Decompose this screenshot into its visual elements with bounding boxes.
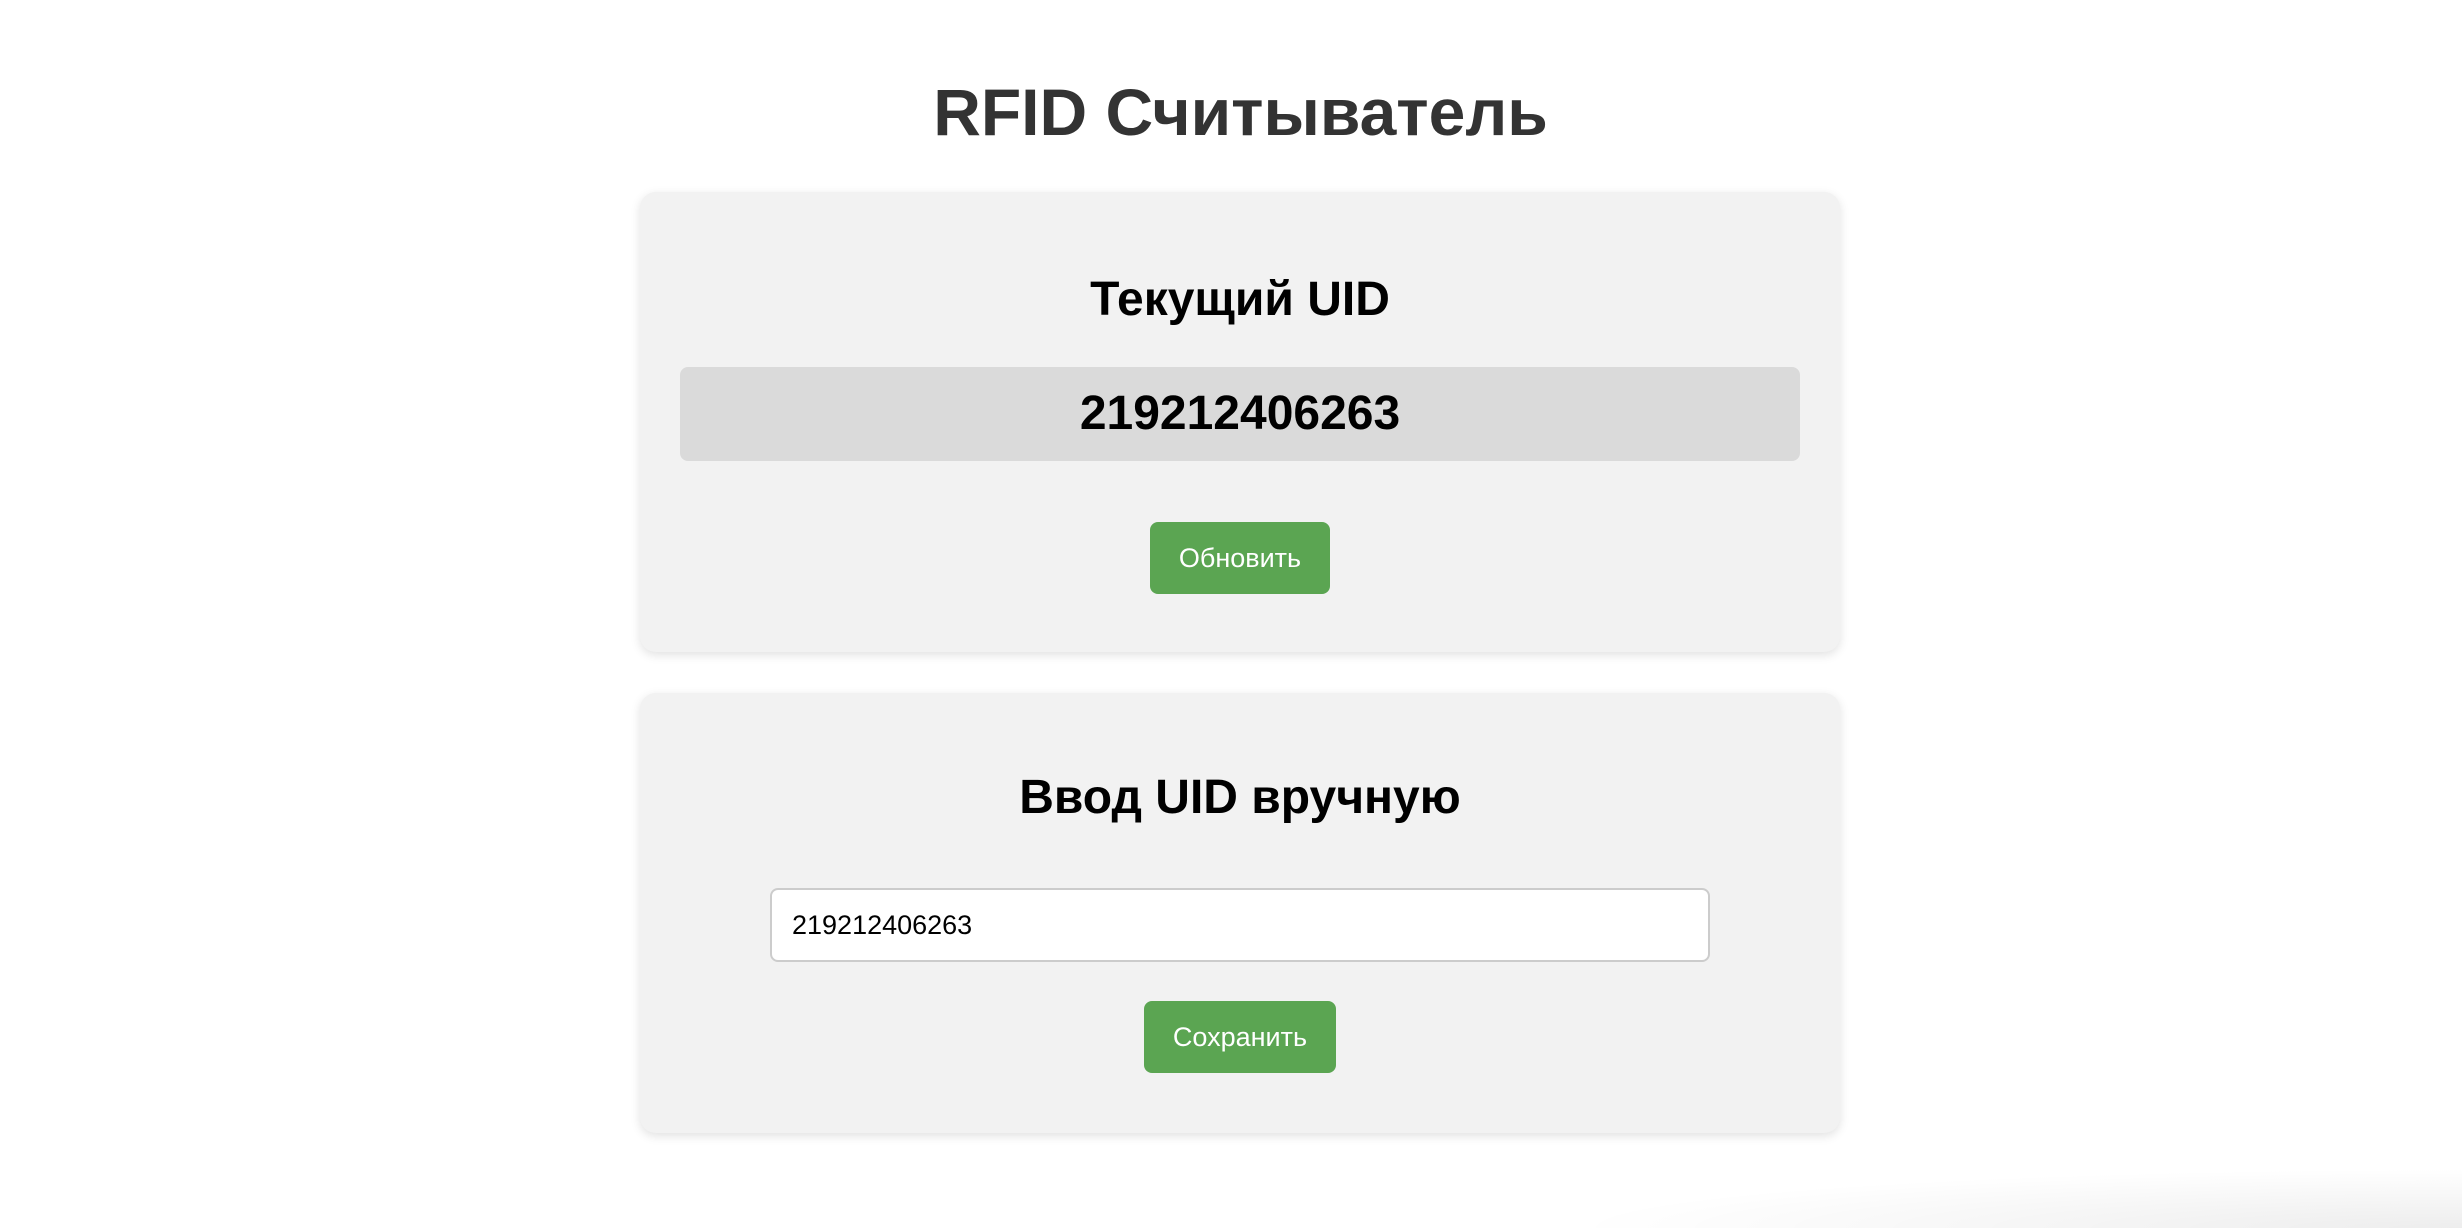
page: RFID Считыватель Текущий UID 21921240626… <box>0 0 2462 1228</box>
current-uid-value: 219212406263 <box>680 367 1800 461</box>
manual-uid-card: Ввод UID вручную Сохранить <box>640 693 1840 1133</box>
uid-input[interactable] <box>770 888 1710 962</box>
current-uid-card: Текущий UID 219212406263 Обновить <box>640 192 1840 652</box>
refresh-button[interactable]: Обновить <box>1150 522 1330 594</box>
save-button[interactable]: Сохранить <box>1144 1001 1336 1073</box>
page-title: RFID Считыватель <box>933 75 1548 149</box>
corner-shadow <box>1562 1168 2462 1228</box>
manual-uid-heading: Ввод UID вручную <box>1019 771 1461 824</box>
current-uid-heading: Текущий UID <box>1090 273 1390 326</box>
